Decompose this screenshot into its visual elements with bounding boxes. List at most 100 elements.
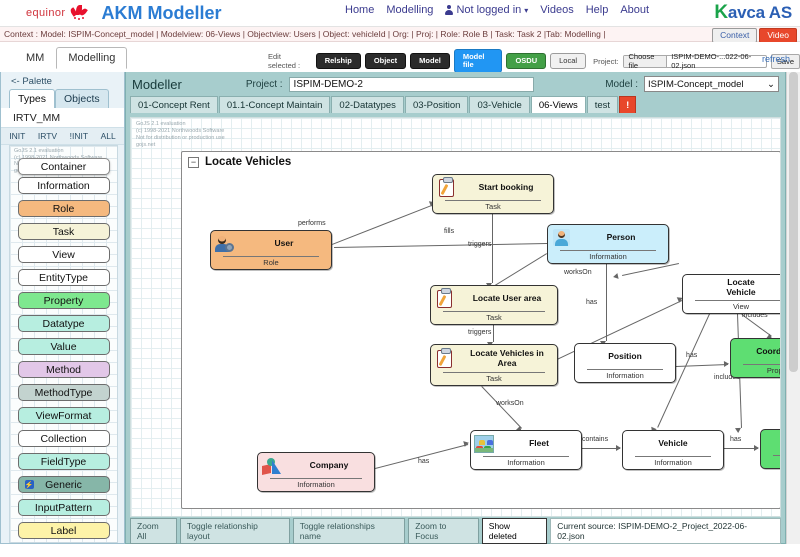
tab-modelling[interactable]: Modelling bbox=[56, 47, 128, 69]
palette-filter-init[interactable]: INIT bbox=[9, 131, 25, 141]
palette-canvas[interactable]: GoJS 2.1 evaluation (c) 1998-2021 Northw… bbox=[9, 145, 118, 543]
model-file-button[interactable]: Model file bbox=[453, 49, 503, 73]
arrowhead-icon bbox=[612, 273, 619, 280]
chevron-down-icon: ⌄ bbox=[767, 78, 775, 90]
relationship-link[interactable] bbox=[606, 264, 607, 341]
relationship-link[interactable] bbox=[332, 204, 435, 245]
scrollbar-thumb[interactable] bbox=[789, 72, 798, 372]
node-vehicleid[interactable]: vehicleIdProperty bbox=[760, 429, 780, 469]
modelview-tab-06-views[interactable]: 06-Views bbox=[530, 96, 586, 113]
palette-item-fieldtype[interactable]: FieldType bbox=[17, 453, 110, 470]
palette-tab-objects[interactable]: Objects bbox=[55, 89, 109, 108]
palette-item-label[interactable]: Label bbox=[17, 522, 110, 539]
palette-item-viewformat[interactable]: ViewFormat bbox=[17, 407, 110, 424]
person-icon bbox=[552, 229, 570, 246]
modelview-tab-01-concept-rent[interactable]: 01-Concept Rent bbox=[130, 96, 218, 113]
nav-account-menu[interactable]: Not logged in ▾ bbox=[445, 4, 528, 16]
nav-about[interactable]: About bbox=[620, 4, 649, 16]
node-locate-vehicles-in-area[interactable]: Locate Vehicles in Area Task bbox=[430, 344, 558, 386]
modelview-tab-03-vehicle[interactable]: 03-Vehicle bbox=[469, 96, 530, 113]
palette-item-container[interactable]: Container bbox=[17, 158, 110, 175]
palette-item-entitytype[interactable]: EntityType bbox=[17, 269, 110, 286]
tab-mm[interactable]: MM bbox=[14, 47, 56, 69]
palette-item-task[interactable]: Task bbox=[17, 223, 110, 240]
palette-item-role[interactable]: Role bbox=[17, 200, 110, 217]
palette-item-information[interactable]: Information bbox=[17, 177, 110, 194]
palette-filter-irtv[interactable]: IRTV bbox=[38, 131, 57, 141]
model-select[interactable]: ISPIM-Concept_model ⌄ bbox=[644, 76, 779, 92]
modeller-model-label: Model : bbox=[605, 78, 638, 90]
nav-help[interactable]: Help bbox=[586, 4, 609, 16]
node-fleet[interactable]: Fleet Information bbox=[470, 430, 582, 470]
nav-videos[interactable]: Videos bbox=[540, 4, 573, 16]
palette-item-methodtype[interactable]: MethodType bbox=[17, 384, 110, 401]
context-bar-buttons: Context Video bbox=[712, 28, 797, 43]
chevron-down-icon: ▾ bbox=[524, 5, 529, 15]
palette-item-method[interactable]: Method bbox=[17, 361, 110, 378]
nav-home[interactable]: Home bbox=[345, 4, 374, 16]
palette-item-datatype[interactable]: Datatype bbox=[17, 315, 110, 332]
relationship-link[interactable] bbox=[582, 448, 620, 449]
modelview-tab-01-1-concept-maintain[interactable]: 01.1-Concept Maintain bbox=[218, 96, 331, 113]
relationship-link[interactable] bbox=[492, 214, 493, 283]
object-button[interactable]: Object bbox=[364, 53, 407, 69]
palette-item-property[interactable]: Property bbox=[17, 292, 110, 309]
palette-filter-not-init[interactable]: !INIT bbox=[70, 131, 88, 141]
palette-filter-all[interactable]: ALL bbox=[101, 131, 116, 141]
modelview-tab-02-datatypes[interactable]: 02-Datatypes bbox=[331, 96, 404, 113]
bottom-button-zoom-all[interactable]: Zoom All bbox=[130, 518, 177, 544]
node-company[interactable]: Company Information bbox=[257, 452, 375, 492]
palette-item-value[interactable]: Value bbox=[17, 338, 110, 355]
relationship-link[interactable] bbox=[333, 243, 547, 248]
group-locate-vehicles[interactable]: − Locate Vehicles performs fills triggers w… bbox=[181, 151, 780, 509]
palette-item-view[interactable]: View bbox=[17, 246, 110, 263]
context-button[interactable]: Context bbox=[712, 28, 758, 43]
choose-file-button[interactable]: Choose file bbox=[623, 52, 668, 70]
node-position[interactable]: Position Information bbox=[574, 343, 676, 383]
modelview-tab-03-position[interactable]: 03-Position bbox=[404, 96, 469, 113]
palette-item-generic[interactable]: ⚡ Generic bbox=[17, 476, 110, 493]
video-button[interactable]: Video bbox=[759, 28, 797, 43]
palette-item-label: Method bbox=[45, 363, 82, 376]
modelview-alert-tab[interactable]: ! bbox=[619, 96, 637, 113]
node-label: Company bbox=[309, 459, 349, 470]
refresh-link[interactable]: refresh bbox=[762, 54, 790, 64]
file-picker[interactable]: Choose file ISPIM-DEMO-...022-06-02.json bbox=[622, 52, 767, 70]
palette-item-inputpattern[interactable]: InputPattern bbox=[17, 499, 110, 516]
node-label: Locate Vehicle bbox=[726, 277, 756, 297]
bottom-button-show-deleted[interactable]: Show deleted bbox=[481, 518, 548, 544]
node-locate-user-area[interactable]: Locate User area Task bbox=[430, 285, 558, 325]
bottom-button-toggle-relationship-layout[interactable]: Toggle relationship layout bbox=[180, 518, 290, 544]
local-button[interactable]: Local bbox=[550, 53, 587, 69]
node-coordinates[interactable]: Coordinates Property bbox=[730, 338, 780, 378]
palette-tab-types[interactable]: Types bbox=[9, 89, 56, 108]
node-type: Information bbox=[635, 456, 711, 467]
modelview-tab-test[interactable]: test bbox=[586, 96, 619, 113]
node-type: Information bbox=[587, 369, 663, 380]
bottom-button-toggle-relationships-name[interactable]: Toggle relationships name bbox=[292, 518, 406, 544]
collapse-icon[interactable]: − bbox=[188, 156, 199, 168]
palette-item-collection[interactable]: Collection bbox=[17, 430, 110, 447]
arrowhead-icon bbox=[735, 427, 742, 434]
node-user[interactable]: User Role bbox=[210, 230, 332, 270]
diagram-canvas[interactable]: GoJS 2.1 evaluation (c) 1998-2021 Northw… bbox=[130, 117, 781, 517]
project-name-input[interactable]: ISPIM-DEMO-2 bbox=[288, 76, 534, 92]
osdu-button[interactable]: OSDU bbox=[506, 53, 547, 69]
brand-bar: equinor AKM Modeller Home Modelling Not … bbox=[0, 0, 800, 27]
model-button[interactable]: Model bbox=[410, 53, 450, 69]
node-person[interactable]: Person Information bbox=[547, 224, 669, 264]
relationship-link[interactable] bbox=[493, 325, 494, 342]
arrowhead-icon bbox=[463, 439, 470, 447]
relationship-link[interactable] bbox=[481, 386, 522, 429]
palette-item-label: Label bbox=[50, 524, 77, 537]
palette-header[interactable]: <- Palette bbox=[1, 72, 124, 89]
node-start-booking[interactable]: Start booking Task bbox=[432, 174, 554, 214]
nav-modelling[interactable]: Modelling bbox=[386, 4, 433, 16]
node-vehicle[interactable]: Vehicle Information bbox=[622, 430, 724, 470]
page-scrollbar[interactable] bbox=[786, 72, 800, 544]
relationship-link[interactable] bbox=[724, 448, 758, 449]
relationship-link[interactable] bbox=[375, 444, 469, 469]
node-locate-vehicle[interactable]: Locate Vehicle View bbox=[682, 274, 780, 314]
bottom-button-zoom-to-focus[interactable]: Zoom to Focus bbox=[408, 518, 479, 544]
relship-button[interactable]: Relship bbox=[315, 53, 361, 69]
